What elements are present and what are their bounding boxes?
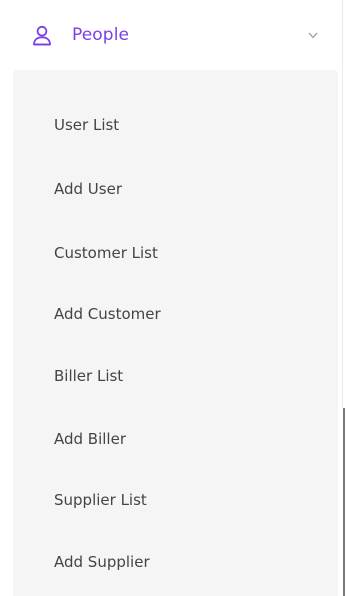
submenu-item-add-biller[interactable]: Add Biller	[54, 427, 126, 451]
people-submenu: User List Add User Customer List Add Cus…	[13, 70, 338, 596]
submenu-item-customer-list[interactable]: Customer List	[54, 241, 158, 265]
submenu-item-add-supplier[interactable]: Add Supplier	[54, 550, 150, 574]
people-menu-toggle[interactable]: People	[0, 0, 338, 70]
chevron-down-icon	[306, 28, 320, 42]
submenu-item-supplier-list[interactable]: Supplier List	[54, 488, 147, 512]
submenu-item-add-customer[interactable]: Add Customer	[54, 302, 161, 326]
user-icon	[30, 23, 54, 47]
scrollbar-thumb[interactable]	[343, 408, 345, 596]
submenu-item-biller-list[interactable]: Biller List	[54, 364, 123, 388]
sidebar: People User List Add User Customer List …	[0, 0, 347, 596]
submenu-item-user-list[interactable]: User List	[54, 113, 119, 137]
people-menu-label: People	[72, 25, 130, 45]
submenu-item-add-user[interactable]: Add User	[54, 177, 122, 201]
